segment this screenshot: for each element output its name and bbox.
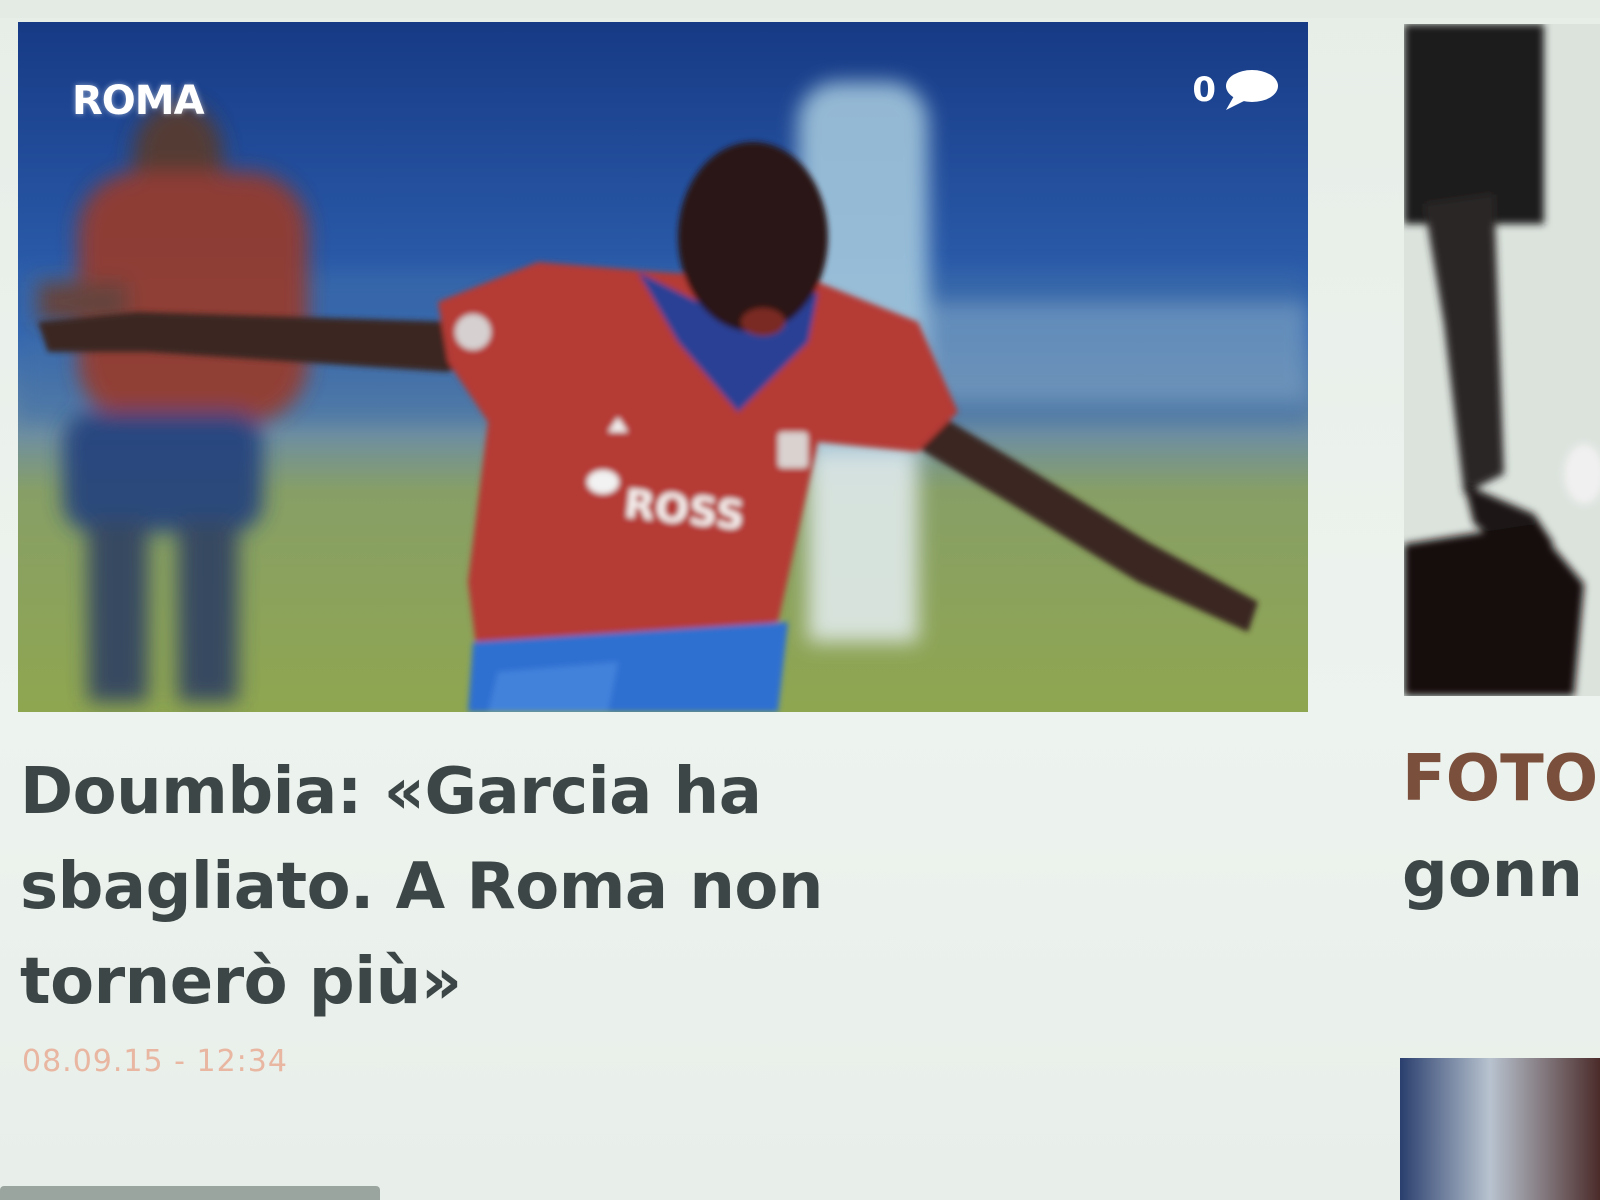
category-label[interactable]: ROMA xyxy=(72,78,205,124)
article-hero-image[interactable]: ROSS ROMA 0 xyxy=(18,22,1308,712)
article-card-main[interactable]: ROSS ROMA 0 Doumbia: «Garcia ha sbagliat… xyxy=(0,0,1330,1200)
bottom-bar xyxy=(0,1186,380,1200)
side-article-title-line2[interactable]: gonn xyxy=(1402,838,1583,912)
side-article-image[interactable] xyxy=(1404,24,1600,696)
article-headline[interactable]: Doumbia: «Garcia ha sbagliato. A Roma no… xyxy=(20,745,1020,1030)
article-timestamp: 08.09.15 - 12:34 xyxy=(22,1044,288,1079)
side-article-title-line1[interactable]: FOTO xyxy=(1402,742,1598,816)
article-card-side[interactable]: FOTO gonn xyxy=(1400,0,1600,1200)
page: ROSS ROMA 0 Doumbia: «Garcia ha sbagliat… xyxy=(0,0,1600,1200)
comments-indicator[interactable]: 0 xyxy=(1192,68,1280,112)
side-photo xyxy=(1404,24,1600,696)
comment-count: 0 xyxy=(1192,70,1216,110)
side-article-thumbnail[interactable] xyxy=(1400,1058,1600,1200)
speech-bubble-icon xyxy=(1222,68,1280,112)
hero-photo: ROSS xyxy=(18,22,1308,712)
